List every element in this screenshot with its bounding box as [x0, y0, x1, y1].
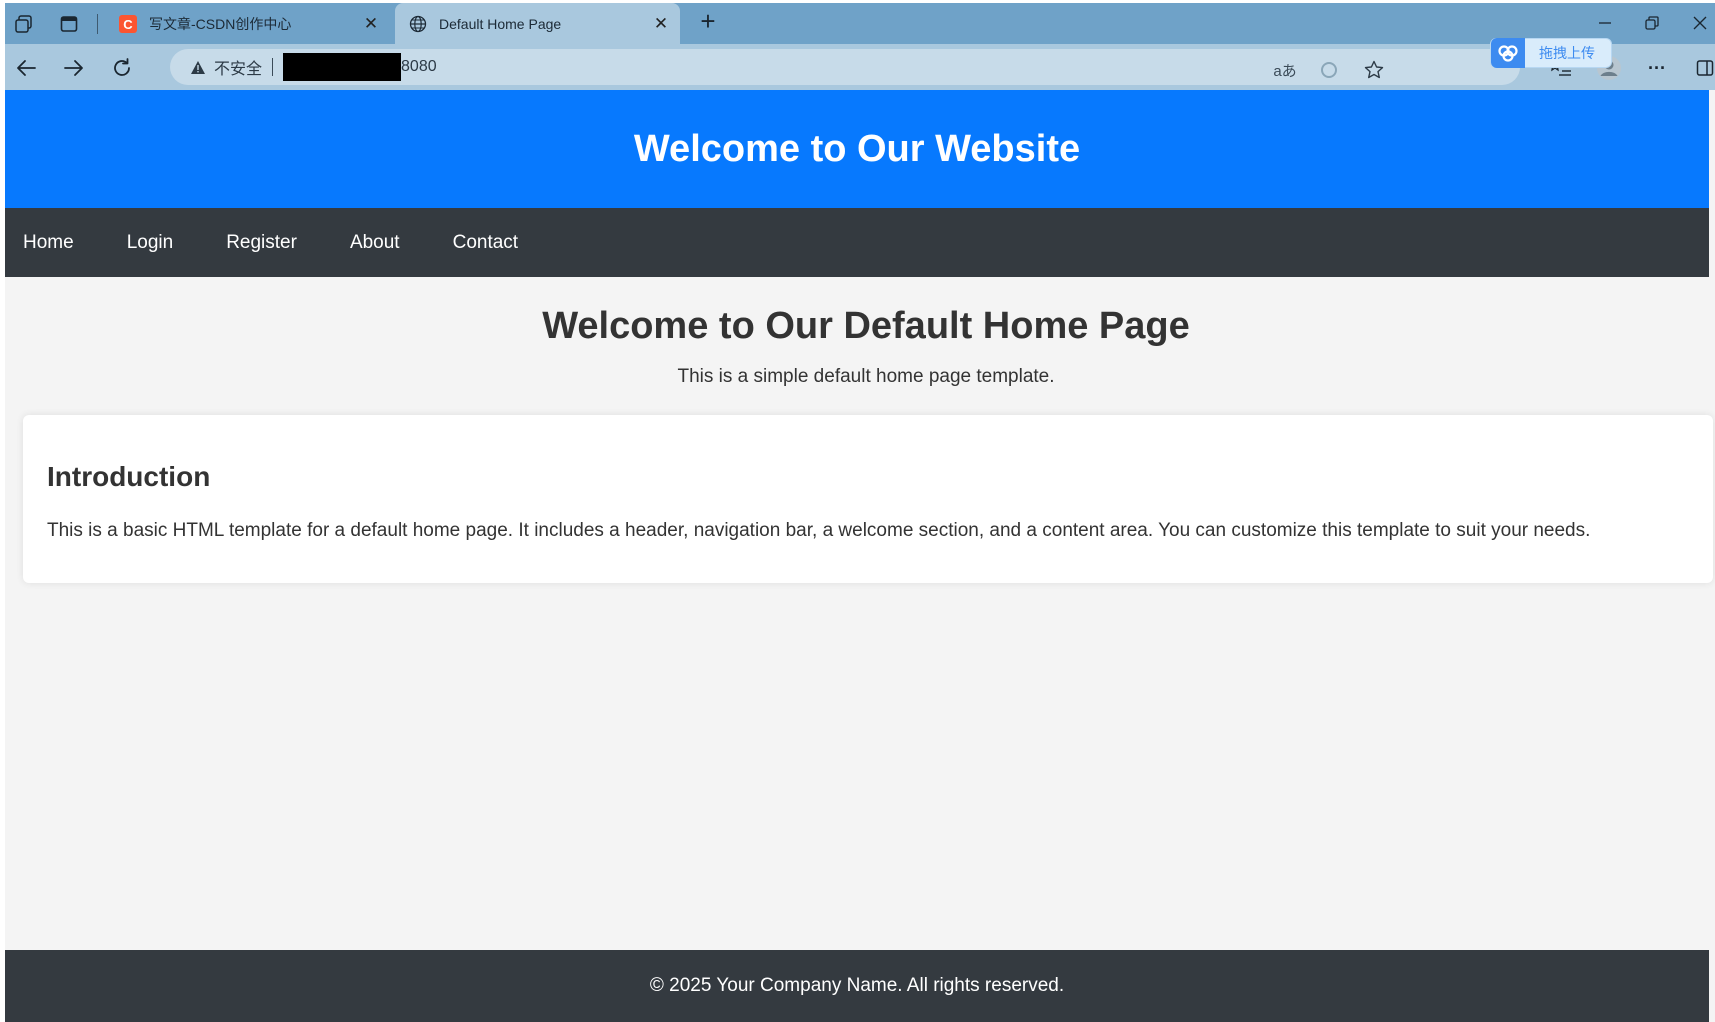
tab-divider: [97, 14, 98, 34]
tab-title: 写文章-CSDN创作中心: [149, 15, 292, 32]
restore-icon[interactable]: [1637, 11, 1667, 35]
cloud-upload-icon: [1491, 38, 1525, 68]
address-divider: [272, 58, 274, 76]
url-text: 8080: [401, 58, 437, 75]
forward-arrow-icon[interactable]: [59, 53, 89, 83]
intro-text: This is a basic HTML template for a defa…: [47, 520, 1591, 541]
refresh-icon[interactable]: [107, 53, 137, 83]
favorite-star-icon[interactable]: [1362, 58, 1386, 82]
site-header: Welcome to Our Website: [5, 90, 1709, 208]
back-arrow-icon[interactable]: [11, 53, 41, 83]
tab-csdn[interactable]: C 写文章-CSDN创作中心 ✕: [105, 3, 390, 44]
welcome-subtitle: This is a simple default home page templ…: [677, 366, 1055, 387]
workspaces-icon[interactable]: [13, 13, 35, 35]
globe-icon: [409, 15, 427, 33]
nav-link-register[interactable]: Register: [226, 232, 297, 254]
upload-label: 拖拽上传: [1539, 45, 1595, 61]
close-window-icon[interactable]: [1685, 11, 1715, 35]
svg-text:C: C: [123, 17, 133, 32]
intro-card: Introduction This is a basic HTML templa…: [23, 415, 1713, 583]
redacted-host: [283, 53, 402, 81]
tab-strip: C 写文章-CSDN创作中心 ✕ Default Home Page ✕ +: [5, 3, 1715, 44]
address-bar[interactable]: 不安全 8080 aあ: [170, 49, 1520, 85]
footer-text: © 2025 Your Company Name. All rights res…: [649, 975, 1065, 996]
tab-title: Default Home Page: [439, 15, 562, 32]
vertical-tabs-icon[interactable]: [58, 13, 80, 35]
drag-upload-button[interactable]: 拖拽上传: [1490, 38, 1612, 68]
close-tab-icon[interactable]: ✕: [360, 14, 382, 34]
welcome-title: Welcome to Our Default Home Page: [542, 305, 1190, 347]
site-footer: © 2025 Your Company Name. All rights res…: [5, 950, 1709, 1022]
more-menu-icon[interactable]: ···: [1642, 53, 1672, 83]
security-label[interactable]: 不安全: [214, 55, 262, 79]
warning-icon[interactable]: [190, 59, 206, 75]
nav-link-login[interactable]: Login: [127, 232, 174, 254]
site-title: Welcome to Our Website: [633, 127, 1081, 170]
refresh-sync-icon[interactable]: [1317, 58, 1341, 82]
web-page: Welcome to Our Website Home Login Regist…: [5, 90, 1715, 1022]
close-tab-icon[interactable]: ✕: [650, 14, 672, 34]
csdn-c-icon: C: [119, 14, 137, 33]
minimize-icon[interactable]: [1590, 11, 1620, 35]
site-nav: Home Login Register About Contact: [5, 208, 1709, 277]
browser-toolbar: 不安全 8080 aあ ···: [5, 44, 1715, 90]
tab-default-home-page[interactable]: Default Home Page ✕: [395, 3, 680, 44]
sidebar-toggle-icon[interactable]: [1690, 53, 1715, 83]
translate-icon[interactable]: aあ: [1273, 58, 1297, 82]
nav-link-about[interactable]: About: [350, 232, 400, 254]
browser-window: C 写文章-CSDN创作中心 ✕ Default Home Page ✕ + 不…: [5, 3, 1715, 1022]
nav-link-contact[interactable]: Contact: [453, 232, 518, 254]
new-tab-icon[interactable]: +: [697, 6, 719, 36]
intro-title: Introduction: [47, 461, 211, 492]
nav-link-home[interactable]: Home: [23, 232, 74, 254]
